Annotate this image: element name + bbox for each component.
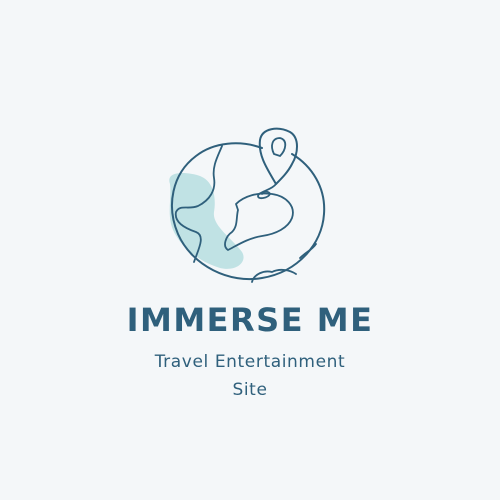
route-line (257, 183, 277, 200)
logo: IMMERSE ME Travel Entertainment Site (0, 0, 500, 500)
continent-right (299, 243, 317, 259)
globe-blob (169, 173, 244, 269)
brand-name: IMMERSE ME (126, 301, 374, 339)
location-pin-inner (271, 137, 287, 158)
tagline-line1: Travel Entertainment (154, 352, 346, 372)
continent-center (224, 192, 294, 251)
tagline-line2: Site (232, 380, 268, 400)
globe-icon (169, 127, 326, 283)
